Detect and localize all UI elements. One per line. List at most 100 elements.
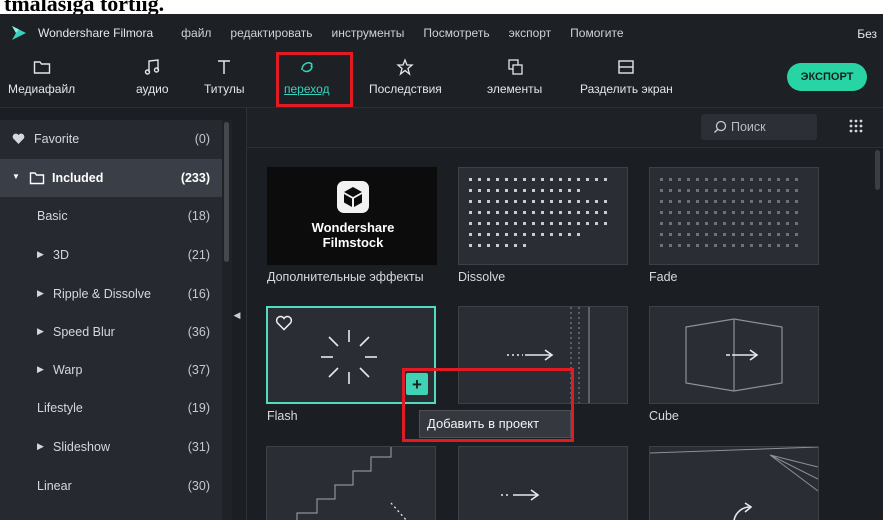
grid-menu-icon[interactable] xyxy=(846,116,866,136)
fade-dot xyxy=(786,222,789,225)
menu-view[interactable]: Посмотреть xyxy=(423,26,489,40)
favorite-heart-icon[interactable] xyxy=(275,315,293,331)
fade-dot xyxy=(759,244,762,247)
collapse-panel-handle[interactable]: ◀ xyxy=(232,300,242,330)
fade-dot xyxy=(687,200,690,203)
sidebar-item-linear[interactable]: Linear (30) xyxy=(0,467,222,505)
fade-dot xyxy=(768,244,771,247)
fade-dot xyxy=(714,222,717,225)
dissolve-dot xyxy=(559,189,562,192)
menu-help[interactable]: Помогите xyxy=(570,26,623,40)
sidebar-item-slideshow[interactable]: ▶ Slideshow (31) xyxy=(0,428,222,466)
fade-dot xyxy=(786,178,789,181)
dissolve-dot xyxy=(568,233,571,236)
dissolve-dot xyxy=(514,178,517,181)
dissolve-dot xyxy=(604,178,607,181)
dissolve-dot xyxy=(523,211,526,214)
transition-thumb-dissolve[interactable] xyxy=(458,167,628,265)
sidebar-item-label: Warp xyxy=(53,363,83,377)
toolbar-split-screen[interactable]: Разделить экран xyxy=(580,56,673,104)
fade-dot xyxy=(777,211,780,214)
sidebar-item-basic[interactable]: Basic (18) xyxy=(0,197,222,235)
menu-file[interactable]: файл xyxy=(181,26,211,40)
fade-dot xyxy=(759,233,762,236)
dissolve-dot xyxy=(595,178,598,181)
fade-dot xyxy=(678,222,681,225)
fade-dot xyxy=(777,200,780,203)
content-scrollbar-thumb[interactable] xyxy=(875,150,880,190)
sidebar-item-included[interactable]: ▼ Included (233) xyxy=(0,159,222,197)
sidebar-item-3d[interactable]: ▶ 3D (21) xyxy=(0,236,222,274)
effects-icon xyxy=(396,56,415,78)
heart-icon xyxy=(12,133,25,144)
dissolve-dot xyxy=(469,211,472,214)
dissolve-dot xyxy=(595,222,598,225)
fade-dot xyxy=(732,211,735,214)
sidebar-scrollbar[interactable] xyxy=(222,120,232,520)
transition-thumb-filmstock[interactable]: Wondershare Filmstock xyxy=(267,167,437,265)
transition-thumb-stairs[interactable] xyxy=(266,446,436,520)
fade-dot xyxy=(714,200,717,203)
dissolve-dot xyxy=(559,178,562,181)
sidebar-item-count: (37) xyxy=(187,363,210,377)
menu-export[interactable]: экспорт xyxy=(509,26,552,40)
sidebar-item-lifestyle[interactable]: Lifestyle (19) xyxy=(0,389,222,427)
sidebar-item-label: Speed Blur xyxy=(53,325,115,339)
fade-dot xyxy=(741,233,744,236)
fade-dot xyxy=(741,178,744,181)
dissolve-dot xyxy=(577,178,580,181)
dissolve-dot xyxy=(559,200,562,203)
dissolve-dot xyxy=(478,244,481,247)
toolbar-audio[interactable]: аудио xyxy=(136,56,169,104)
fade-dot xyxy=(705,211,708,214)
export-button[interactable]: ЭКСПОРТ xyxy=(787,63,867,91)
fade-dot xyxy=(669,211,672,214)
dissolve-dot xyxy=(532,178,535,181)
toolbar-titles[interactable]: Титулы xyxy=(204,56,245,104)
dissolve-dot xyxy=(487,178,490,181)
fade-dot xyxy=(714,233,717,236)
fade-dot xyxy=(768,200,771,203)
dissolve-dot xyxy=(523,189,526,192)
fade-dot xyxy=(714,178,717,181)
dissolve-dot xyxy=(505,244,508,247)
toolbar-media[interactable]: Медиафайл xyxy=(8,56,75,104)
sidebar-item-ripple-dissolve[interactable]: ▶ Ripple & Dissolve (16) xyxy=(0,275,222,313)
flash-rays-icon xyxy=(321,330,377,384)
fade-dot xyxy=(669,200,672,203)
fade-dot xyxy=(750,222,753,225)
fade-dot xyxy=(741,189,744,192)
dissolve-dot xyxy=(505,189,508,192)
fade-dot xyxy=(705,189,708,192)
sidebar-item-warp[interactable]: ▶ Warp (37) xyxy=(0,351,222,389)
sidebar-item-speed-blur[interactable]: ▶ Speed Blur (36) xyxy=(0,313,222,351)
text-icon xyxy=(216,56,232,78)
sidebar-scroll-thumb[interactable] xyxy=(224,122,229,262)
transition-thumb-arrow[interactable] xyxy=(458,446,628,520)
fade-dot xyxy=(687,233,690,236)
menu-edit[interactable]: редактировать xyxy=(230,26,312,40)
dissolve-dot xyxy=(487,222,490,225)
menu-tools[interactable]: инструменты xyxy=(332,26,405,40)
transition-thumb-fade[interactable] xyxy=(649,167,819,265)
toolbar-elements[interactable]: элементы xyxy=(487,56,542,104)
transition-thumb-rotate[interactable] xyxy=(649,446,819,520)
fade-dot xyxy=(705,178,708,181)
transition-label: Cube xyxy=(649,409,679,423)
dissolve-dot xyxy=(496,211,499,214)
dissolve-dot xyxy=(496,244,499,247)
fade-dot xyxy=(768,222,771,225)
fade-dot xyxy=(660,200,663,203)
dissolve-dot xyxy=(577,233,580,236)
fade-dot xyxy=(786,244,789,247)
fade-dot xyxy=(696,222,699,225)
fade-dot xyxy=(732,244,735,247)
dissolve-dot xyxy=(604,200,607,203)
dissolve-dot xyxy=(550,211,553,214)
dissolve-dot xyxy=(559,222,562,225)
transition-thumb-cube[interactable] xyxy=(649,306,819,404)
toolbar-effects[interactable]: Последствия xyxy=(369,56,442,104)
sidebar-item-favorite[interactable]: Favorite (0) xyxy=(0,120,222,158)
search-input[interactable]: Поиск xyxy=(701,114,817,140)
caret-right-icon: ▶ xyxy=(37,326,44,336)
